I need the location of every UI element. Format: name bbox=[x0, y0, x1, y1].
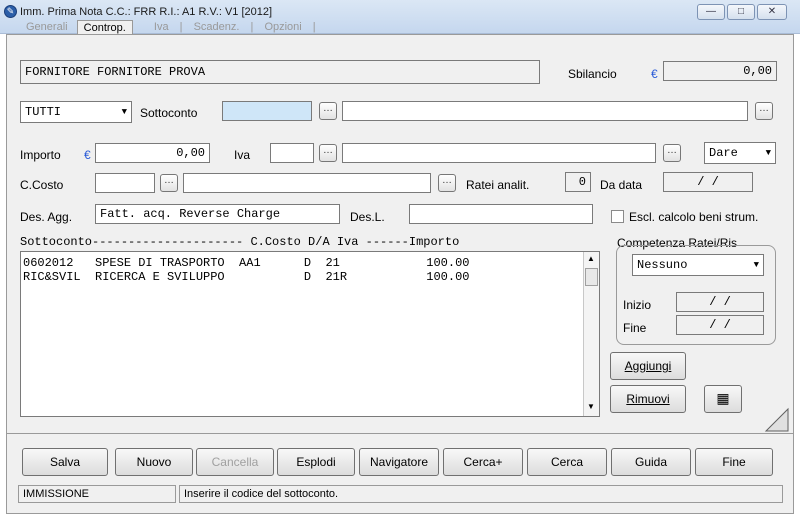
filter-select[interactable]: TUTTI ▼ bbox=[20, 101, 132, 123]
scroll-thumb[interactable] bbox=[585, 268, 598, 286]
sottoconto-lookup-button[interactable]: … bbox=[319, 102, 337, 120]
iva-label: Iva bbox=[234, 148, 251, 162]
esplodi-button[interactable]: Esplodi bbox=[277, 448, 355, 476]
list-scrollbar[interactable]: ▲ ▼ bbox=[583, 252, 599, 416]
desl-input[interactable] bbox=[409, 204, 593, 224]
ccosto-lookup-button[interactable]: … bbox=[160, 174, 178, 192]
sottoconto-input[interactable] bbox=[222, 101, 312, 121]
cancella-button[interactable]: Cancella bbox=[196, 448, 274, 476]
description-lookup-button[interactable]: … bbox=[755, 102, 773, 120]
ccosto-desc-lookup-button[interactable]: … bbox=[438, 174, 456, 192]
competenza-select-value: Nessuno bbox=[637, 258, 688, 272]
tab-bar: Generali Controp. Iva | Scadenz. | Opzio… bbox=[20, 19, 318, 36]
tab-iva[interactable]: Iva bbox=[136, 20, 175, 35]
importo-input[interactable]: 0,00 bbox=[95, 143, 210, 163]
app-icon: ✎ bbox=[4, 5, 17, 18]
maximize-button[interactable]: □ bbox=[727, 4, 755, 20]
filter-select-value: TUTTI bbox=[25, 105, 62, 119]
window-title: Imm. Prima Nota C.C.: FRR R.I.: A1 R.V.:… bbox=[20, 6, 273, 18]
close-button[interactable]: ✕ bbox=[757, 4, 787, 20]
fornitore-display: FORNITORE FORNITORE PROVA bbox=[20, 60, 540, 84]
sottoconto-description bbox=[342, 101, 748, 121]
tab-scadenz[interactable]: Scadenz. bbox=[188, 20, 246, 35]
tab-separator: | bbox=[179, 21, 183, 33]
fine-input[interactable]: / / bbox=[676, 315, 764, 335]
chevron-down-icon: ▼ bbox=[121, 107, 127, 117]
navigatore-button[interactable]: Navigatore bbox=[359, 448, 439, 476]
fine-label: Fine bbox=[623, 321, 647, 335]
inizio-input[interactable]: / / bbox=[676, 292, 764, 312]
iva-description bbox=[342, 143, 656, 163]
escl-label: Escl. calcolo beni strum. bbox=[629, 210, 759, 224]
entries-list[interactable]: 0602012 SPESE DI TRASPORTO AA1 D 21 100.… bbox=[20, 251, 600, 417]
ccosto-description bbox=[183, 173, 431, 193]
chevron-down-icon: ▼ bbox=[753, 260, 759, 270]
iva-desc-lookup-button[interactable]: … bbox=[663, 144, 681, 162]
scroll-up-icon[interactable]: ▲ bbox=[587, 254, 595, 263]
list-item[interactable]: RIC&SVIL RICERCA E SVILUPPO D 21R 100.00 bbox=[23, 270, 469, 284]
list-item[interactable]: 0602012 SPESE DI TRASPORTO AA1 D 21 100.… bbox=[23, 256, 469, 270]
sbilancio-label: Sbilancio bbox=[568, 67, 617, 81]
minimize-button[interactable]: — bbox=[697, 4, 725, 20]
desl-label: Des.L. bbox=[350, 210, 385, 224]
desagg-input[interactable]: Fatt. acq. Reverse Charge bbox=[95, 204, 340, 224]
scroll-down-icon[interactable]: ▼ bbox=[587, 402, 595, 411]
dadata-label: Da data bbox=[600, 178, 643, 192]
dare-avere-select[interactable]: Dare ▼ bbox=[704, 142, 776, 164]
tab-generali[interactable]: Generali bbox=[20, 20, 74, 35]
iva-lookup-button[interactable]: … bbox=[319, 144, 337, 162]
ratei-label: Ratei analit. bbox=[466, 178, 530, 192]
dadata-input[interactable]: / / bbox=[663, 172, 753, 192]
importo-label: Importo bbox=[20, 148, 61, 162]
sbilancio-value: 0,00 bbox=[663, 61, 777, 81]
status-message: Inserire il codice del sottoconto. bbox=[179, 485, 783, 503]
tab-opzioni[interactable]: Opzioni bbox=[258, 20, 307, 35]
tab-separator: | bbox=[250, 21, 254, 33]
iva-code-input[interactable] bbox=[270, 143, 314, 163]
resize-grip-icon[interactable] bbox=[762, 407, 790, 433]
salva-button[interactable]: Salva bbox=[22, 448, 108, 476]
chevron-down-icon: ▼ bbox=[765, 148, 771, 158]
nuovo-button[interactable]: Nuovo bbox=[115, 448, 193, 476]
ccosto-label: C.Costo bbox=[20, 178, 64, 192]
ccosto-code-input[interactable] bbox=[95, 173, 155, 193]
desagg-label: Des. Agg. bbox=[20, 210, 73, 224]
status-mode: IMMISSIONE bbox=[18, 485, 176, 503]
calculator-icon[interactable]: ▦ bbox=[704, 385, 742, 413]
dare-avere-value: Dare bbox=[709, 146, 738, 160]
euro-symbol: € bbox=[651, 67, 658, 81]
cerca-plus-button[interactable]: Cerca+ bbox=[443, 448, 523, 476]
tab-separator: | bbox=[312, 21, 316, 33]
rimuovi-button[interactable]: Rimuovi bbox=[610, 385, 686, 413]
list-header: Sottoconto--------------------- C.Costo … bbox=[20, 235, 460, 249]
guida-button[interactable]: Guida bbox=[611, 448, 691, 476]
escl-checkbox[interactable] bbox=[611, 210, 624, 223]
fine-button[interactable]: Fine bbox=[695, 448, 773, 476]
sottoconto-label: Sottoconto bbox=[140, 106, 198, 120]
competenza-select[interactable]: Nessuno ▼ bbox=[632, 254, 764, 276]
inizio-label: Inizio bbox=[623, 298, 652, 312]
euro-symbol: € bbox=[84, 148, 91, 162]
ratei-value: 0 bbox=[565, 172, 591, 192]
cerca-button[interactable]: Cerca bbox=[527, 448, 607, 476]
aggiungi-button[interactable]: Aggiungi bbox=[610, 352, 686, 380]
